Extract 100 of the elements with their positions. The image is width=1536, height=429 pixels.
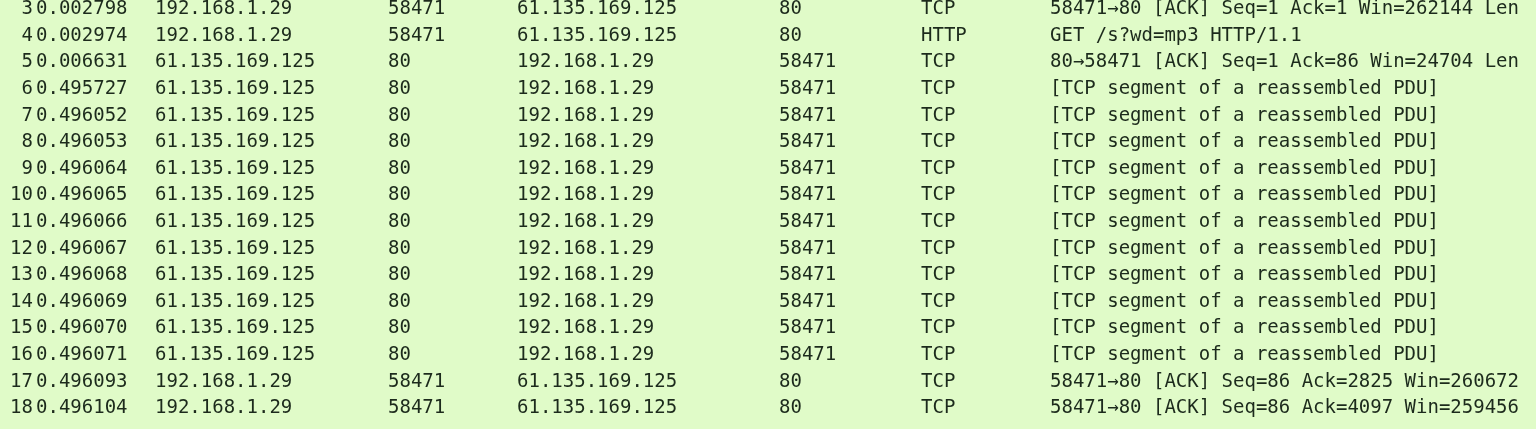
time-cell: 0.002798: [36, 0, 128, 19]
source-address: 192.168.1.29: [155, 22, 293, 45]
source-port: 58471: [388, 22, 446, 45]
destination-address: 192.168.1.29: [517, 129, 655, 152]
info-cell: [TCP segment of a reassembled PDU]: [1050, 209, 1439, 232]
time-cell: 0.496052: [36, 102, 128, 125]
source-address: 61.135.169.125: [155, 49, 316, 72]
info-cell: [TCP segment of a reassembled PDU]: [1050, 102, 1439, 125]
destination-port: 58471: [779, 288, 837, 311]
info-cell: [TCP segment of a reassembled PDU]: [1050, 342, 1439, 364]
packet-number: 13: [10, 262, 34, 285]
source-address: 61.135.169.125: [155, 262, 316, 285]
packet-number: 12: [10, 235, 34, 258]
protocol-cell: TCP: [921, 342, 956, 364]
time-cell: 0.496066: [36, 209, 128, 232]
info-cell: GET /s?wd=mp3 HTTP/1.1: [1050, 22, 1302, 45]
destination-address: 192.168.1.29: [517, 262, 655, 285]
info-cell: [TCP segment of a reassembled PDU]: [1050, 182, 1439, 205]
destination-address: 192.168.1.29: [517, 209, 655, 232]
destination-port: 58471: [779, 235, 837, 258]
source-address: 61.135.169.125: [155, 288, 316, 311]
info-cell: 58471→80 [ACK] Seq=86 Ack=2825 Win=260672: [1050, 368, 1519, 391]
time-cell: 0.002974: [36, 22, 128, 45]
time-cell: 0.496104: [36, 395, 128, 418]
source-port: 80: [388, 155, 411, 178]
protocol-cell: TCP: [921, 155, 956, 178]
destination-address: 61.135.169.125: [517, 22, 678, 45]
packet-number: 5: [21, 49, 34, 72]
destination-address: 192.168.1.29: [517, 235, 655, 258]
packet-number: 4: [21, 22, 34, 45]
info-cell: [TCP segment of a reassembled PDU]: [1050, 262, 1439, 285]
packet-number: 10: [10, 182, 34, 205]
destination-address: 192.168.1.29: [517, 288, 655, 311]
protocol-cell: TCP: [921, 395, 956, 418]
destination-address: 192.168.1.29: [517, 49, 655, 72]
source-address: 61.135.169.125: [155, 155, 316, 178]
protocol-cell: TCP: [921, 262, 956, 285]
packet-number: 11: [10, 209, 34, 232]
destination-port: 58471: [779, 342, 837, 364]
protocol-cell: TCP: [921, 182, 956, 205]
source-address: 192.168.1.29: [155, 0, 293, 19]
packet-number: 6: [21, 76, 34, 99]
time-cell: 0.496067: [36, 235, 128, 258]
destination-port: 58471: [779, 209, 837, 232]
destination-address: 192.168.1.29: [517, 315, 655, 338]
protocol-cell: TCP: [921, 129, 956, 152]
destination-address: 192.168.1.29: [517, 102, 655, 125]
protocol-cell: TCP: [921, 102, 956, 125]
source-port: 80: [388, 342, 411, 364]
info-cell: [TCP segment of a reassembled PDU]: [1050, 315, 1439, 338]
packet-number: 15: [10, 315, 34, 338]
destination-port: 58471: [779, 129, 837, 152]
source-port: 80: [388, 262, 411, 285]
packet-number: 9: [21, 155, 34, 178]
source-port: 80: [388, 235, 411, 258]
destination-address: 61.135.169.125: [517, 0, 678, 19]
destination-port: 80: [779, 395, 802, 418]
protocol-cell: TCP: [921, 235, 956, 258]
packet-number: 17: [10, 368, 34, 391]
source-port: 80: [388, 129, 411, 152]
destination-port: 58471: [779, 76, 837, 99]
info-cell: [TCP segment of a reassembled PDU]: [1050, 155, 1439, 178]
destination-port: 58471: [779, 155, 837, 178]
time-cell: 0.496093: [36, 368, 128, 391]
destination-address: 61.135.169.125: [517, 368, 678, 391]
packet-number: 7: [21, 102, 34, 125]
time-cell: 0.496070: [36, 315, 128, 338]
destination-port: 58471: [779, 315, 837, 338]
destination-address: 192.168.1.29: [517, 76, 655, 99]
destination-address: 192.168.1.29: [517, 182, 655, 205]
time-cell: 0.496065: [36, 182, 128, 205]
destination-port: 80: [779, 0, 802, 19]
destination-address: 192.168.1.29: [517, 155, 655, 178]
source-address: 192.168.1.29: [155, 368, 293, 391]
source-port: 80: [388, 102, 411, 125]
protocol-cell: TCP: [921, 368, 956, 391]
time-cell: 0.496069: [36, 288, 128, 311]
protocol-cell: TCP: [921, 49, 956, 72]
source-address: 61.135.169.125: [155, 182, 316, 205]
protocol-cell: TCP: [921, 76, 956, 99]
destination-address: 61.135.169.125: [517, 395, 678, 418]
source-address: 61.135.169.125: [155, 102, 316, 125]
source-port: 80: [388, 76, 411, 99]
protocol-cell: TCP: [921, 0, 956, 19]
info-cell: 58471→80 [ACK] Seq=86 Ack=4097 Win=259456: [1050, 395, 1519, 418]
source-address: 61.135.169.125: [155, 129, 316, 152]
protocol-cell: HTTP: [921, 22, 967, 45]
time-cell: 0.496071: [36, 342, 128, 364]
info-cell: [TCP segment of a reassembled PDU]: [1050, 288, 1439, 311]
destination-port: 58471: [779, 182, 837, 205]
source-port: 80: [388, 288, 411, 311]
source-address: 61.135.169.125: [155, 235, 316, 258]
destination-port: 58471: [779, 262, 837, 285]
info-cell: 80→58471 [ACK] Seq=1 Ack=86 Win=24704 Len: [1050, 49, 1519, 72]
destination-port: 80: [779, 368, 802, 391]
time-cell: 0.496068: [36, 262, 128, 285]
source-address: 61.135.169.125: [155, 209, 316, 232]
destination-port: 80: [779, 22, 802, 45]
time-cell: 0.496064: [36, 155, 128, 178]
source-port: 80: [388, 209, 411, 232]
